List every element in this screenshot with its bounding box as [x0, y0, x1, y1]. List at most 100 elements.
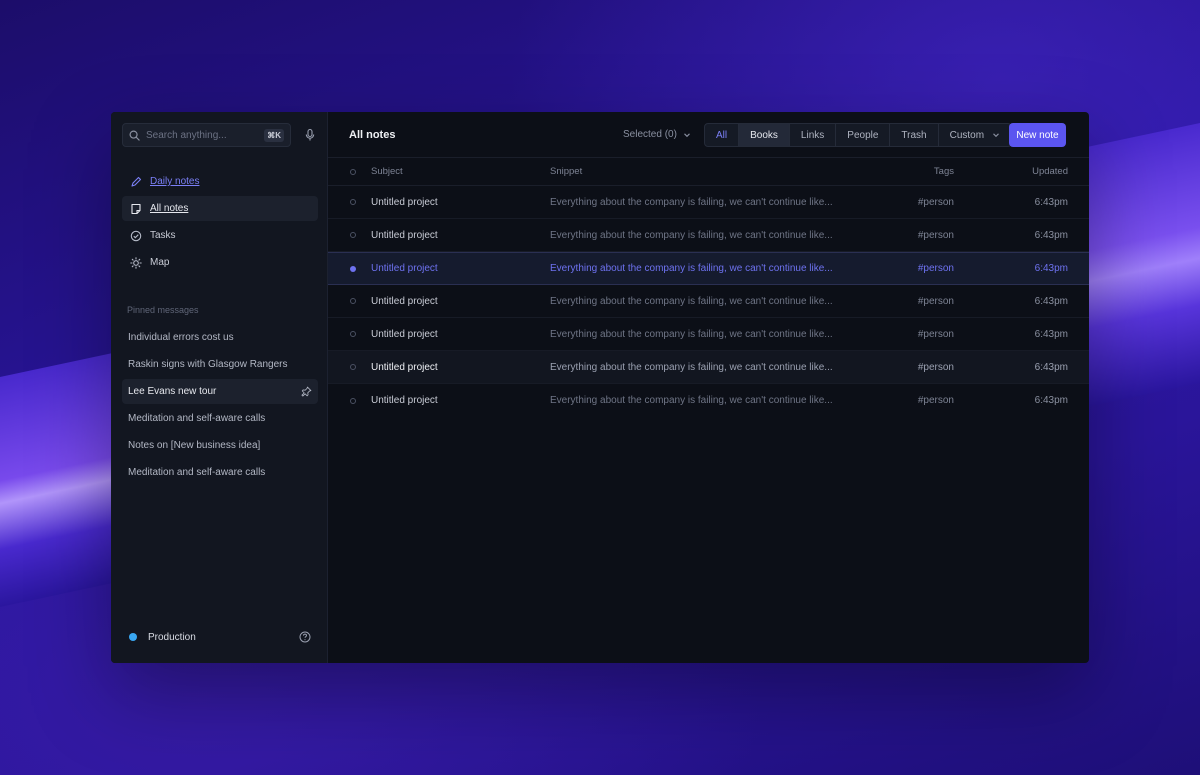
tab-books[interactable]: Books [739, 124, 790, 146]
table-row[interactable]: Untitled project Everything about the co… [328, 219, 1089, 252]
sidebar-item-all-notes[interactable]: All notes [122, 196, 318, 221]
row-select-indicator[interactable] [350, 265, 356, 272]
selected-dropdown[interactable]: Selected (0) [623, 129, 691, 140]
notes-table-body: Untitled project Everything about the co… [328, 186, 1089, 417]
tab-label: Custom [949, 129, 985, 141]
row-snippet: Everything about the company is failing,… [550, 295, 833, 307]
row-snippet: Everything about the company is failing,… [550, 263, 833, 274]
row-subject: Untitled project [371, 361, 438, 373]
table-row[interactable]: Untitled project Everything about the co… [328, 285, 1089, 318]
search-shortcut-badge: ⌘K [264, 128, 284, 142]
row-tag[interactable]: #person [918, 395, 954, 406]
sidebar-item-tasks[interactable]: Tasks [122, 223, 318, 248]
row-subject: Untitled project [371, 395, 438, 406]
chevron-down-icon [992, 131, 1000, 139]
row-tag[interactable]: #person [918, 296, 954, 307]
search-input[interactable] [146, 129, 265, 141]
tab-custom[interactable]: Custom [939, 124, 1011, 146]
filter-tabs: All Books Links People Trash Custom [704, 123, 1013, 147]
row-updated: 6:43pm [1034, 196, 1068, 208]
pinned-item[interactable]: Individual errors cost us [122, 325, 318, 350]
table-row[interactable]: Untitled project Everything about the co… [328, 384, 1089, 417]
sidebar-item-label: Map [150, 257, 170, 268]
sun-icon [130, 256, 142, 269]
row-subject: Untitled project [371, 196, 438, 208]
pencil-icon [130, 176, 142, 188]
row-tag[interactable]: #person [918, 329, 954, 340]
pin-icon[interactable] [301, 386, 312, 397]
row-tag[interactable]: #person [918, 362, 954, 373]
workspace-status-dot [129, 633, 137, 641]
row-subject: Untitled project [371, 295, 438, 307]
sidebar-item-daily-notes[interactable]: Daily notes [122, 169, 318, 194]
table-row[interactable]: Untitled project Everything about the co… [328, 186, 1089, 219]
tab-trash[interactable]: Trash [890, 124, 939, 146]
tab-links[interactable]: Links [790, 124, 837, 146]
row-tag[interactable]: #person [918, 197, 954, 208]
select-all-indicator[interactable] [350, 168, 356, 175]
sidebar-item-map[interactable]: Map [122, 250, 318, 275]
pinned-item-label: Lee Evans new tour [128, 386, 217, 397]
workspace-name: Production [148, 631, 196, 643]
tab-all[interactable]: All [705, 124, 740, 146]
workspace-switcher[interactable]: Production [129, 632, 196, 643]
table-row[interactable]: Untitled project Everything about the co… [328, 318, 1089, 351]
row-snippet: Everything about the company is failing,… [550, 361, 833, 373]
row-tag[interactable]: #person [918, 263, 954, 274]
pinned-section-title: Pinned messages [127, 305, 199, 315]
search-box[interactable]: ⌘K [122, 123, 291, 147]
tab-label: Books [750, 129, 778, 141]
new-note-button[interactable]: New note [1009, 123, 1066, 147]
check-circle-icon [130, 230, 142, 242]
row-updated: 6:43pm [1034, 395, 1068, 406]
row-select-indicator[interactable] [350, 397, 356, 404]
pinned-item[interactable]: Notes on [New business idea] [122, 433, 318, 458]
row-snippet: Everything about the company is failing,… [550, 196, 833, 208]
tab-label: Links [800, 129, 825, 141]
table-row-hovered[interactable]: Untitled project Everything about the co… [328, 351, 1089, 384]
pinned-list: Individual errors cost us Raskin signs w… [122, 325, 318, 487]
column-header-updated[interactable]: Updated [1032, 166, 1068, 177]
microphone-icon[interactable] [303, 128, 317, 142]
row-select-indicator[interactable] [350, 364, 356, 370]
row-snippet: Everything about the company is failing,… [550, 229, 833, 241]
row-subject: Untitled project [371, 328, 438, 340]
pinned-item-label: Meditation and self-aware calls [128, 413, 266, 424]
row-subject: Untitled project [371, 263, 438, 274]
tab-people[interactable]: People [836, 124, 891, 146]
column-header-subject[interactable]: Subject [371, 166, 403, 177]
sidebar: ⌘K Daily notes All notes T [111, 112, 328, 663]
tab-label: People [847, 129, 879, 141]
row-subject: Untitled project [371, 229, 438, 241]
pinned-item-label: Raskin signs with Glasgow Rangers [128, 359, 288, 370]
pinned-item[interactable]: Lee Evans new tour [122, 379, 318, 404]
row-updated: 6:43pm [1034, 263, 1068, 274]
row-updated: 6:43pm [1034, 361, 1068, 373]
workspace-footer: Production [129, 631, 311, 643]
column-header-tags[interactable]: Tags [934, 166, 954, 177]
pinned-item[interactable]: Raskin signs with Glasgow Rangers [122, 352, 318, 377]
page-title: All notes [349, 128, 396, 141]
table-row-selected[interactable]: Untitled project Everything about the co… [328, 252, 1089, 285]
row-select-indicator[interactable] [350, 331, 356, 337]
help-icon[interactable] [299, 631, 311, 643]
sidebar-item-label: Daily notes [150, 176, 200, 187]
pinned-item-label: Individual errors cost us [128, 332, 234, 343]
row-snippet: Everything about the company is failing,… [550, 328, 833, 340]
row-updated: 6:43pm [1034, 328, 1068, 340]
row-select-indicator[interactable] [350, 199, 356, 205]
row-tag[interactable]: #person [918, 230, 954, 241]
row-select-indicator[interactable] [350, 298, 356, 304]
pinned-item[interactable]: Meditation and self-aware calls [122, 406, 318, 431]
pinned-item[interactable]: Meditation and self-aware calls [122, 460, 318, 485]
row-snippet: Everything about the company is failing,… [550, 395, 833, 406]
table-header: Subject Snippet Tags Updated [328, 158, 1089, 186]
column-header-snippet[interactable]: Snippet [550, 166, 582, 177]
sidebar-item-label: Tasks [150, 230, 176, 241]
tab-label: Trash [901, 129, 927, 141]
row-updated: 6:43pm [1034, 295, 1068, 307]
pinned-item-label: Meditation and self-aware calls [128, 467, 266, 478]
row-select-indicator[interactable] [350, 232, 356, 238]
tab-label: All [716, 129, 728, 141]
main-panel: All notes Selected (0) All Books Links P… [328, 112, 1089, 663]
